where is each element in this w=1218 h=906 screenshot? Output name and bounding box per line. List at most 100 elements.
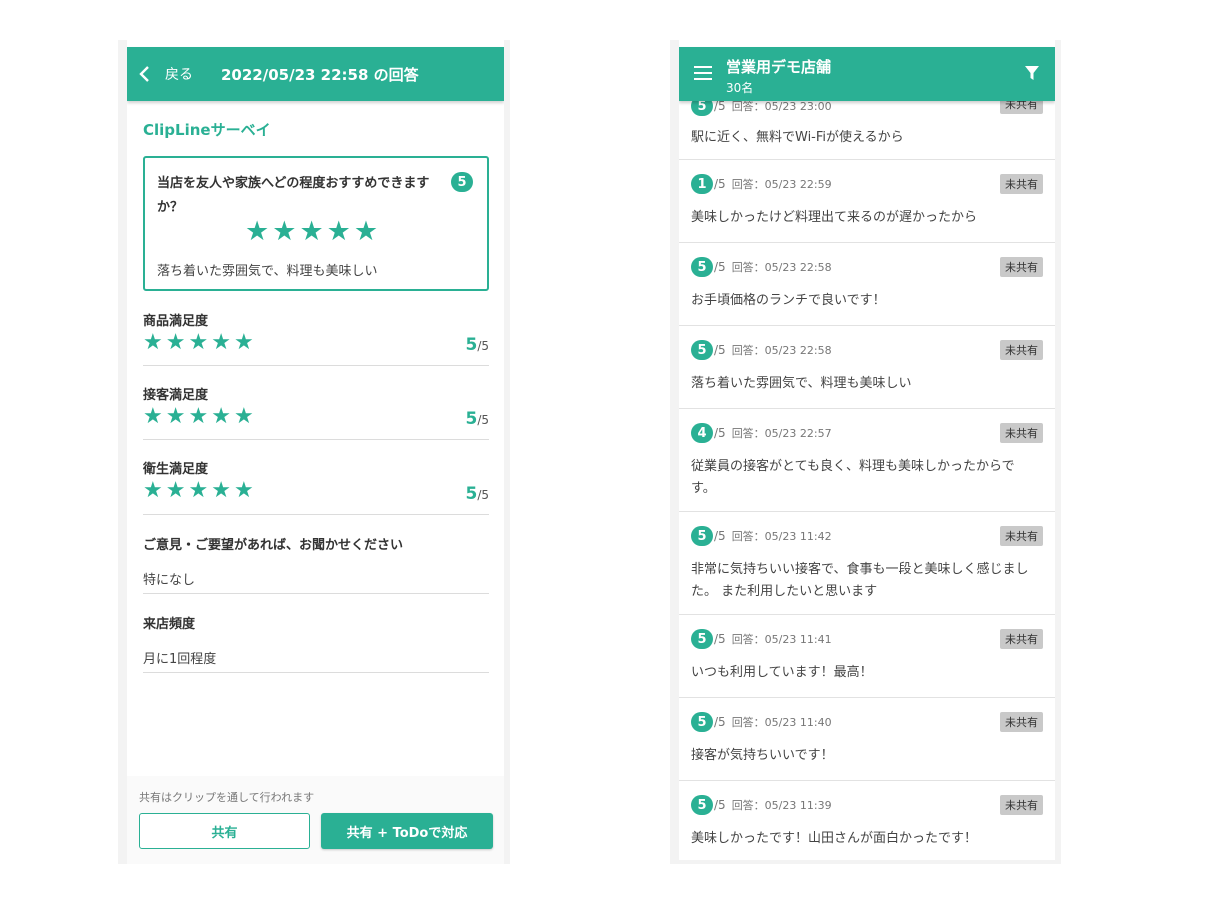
store-name: 営業用デモ店舗 — [726, 58, 832, 76]
menu-bar — [694, 66, 712, 68]
hamburger-menu-icon[interactable] — [694, 66, 712, 80]
share-note: 共有はクリップを通して行われます — [139, 791, 315, 804]
star-rating: ★ ★ ★ ★ ★ — [143, 331, 489, 355]
score-badge: 5 — [691, 712, 713, 732]
share-status-badge: 未共有 — [1000, 257, 1043, 277]
rating-score-max: /5 — [477, 413, 489, 427]
star-icon: ★ — [143, 404, 163, 429]
star-icon: ★ — [233, 330, 254, 355]
star-icon: ★ — [245, 216, 270, 247]
nps-question-label: 当店を友人や家族へどの程度おすすめできますか？ — [157, 176, 430, 215]
response-comment: 美味しかったけど料理出て来るのが遅かったから — [691, 210, 978, 225]
response-meta: 5 /5 回答：05/23 22:58 — [691, 340, 832, 360]
survey-name: ClipLineサーベイ — [143, 121, 271, 139]
rating-score-max: /5 — [477, 339, 489, 353]
response-date: 回答：05/23 22:59 — [731, 178, 832, 191]
score-badge: 5 — [691, 526, 713, 546]
response-comment: 接客が気持ちいいです！ — [691, 748, 834, 763]
share-todo-button[interactable]: 共有 + ToDoで対応 — [321, 813, 493, 849]
response-comment: 美味しかったです！山田さんが面白かったです！ — [691, 831, 978, 846]
star-icon: ★ — [165, 330, 186, 355]
response-meta: 5 /5 回答：05/23 11:39 — [691, 795, 832, 815]
score-badge: 5 — [691, 629, 713, 649]
text-question-answer: 月に1回程度 — [143, 652, 217, 667]
score-max: /5 — [714, 798, 726, 812]
star-icon: ★ — [233, 404, 254, 429]
respondent-count: 30名 — [726, 81, 754, 95]
share-status-badge: 未共有 — [1000, 340, 1043, 360]
response-item[interactable]: 5 /5 回答：05/23 22:58 未共有 お手頃価格のランチで良いです！ — [679, 243, 1055, 326]
share-footer: 共有はクリップを通して行われます 共有 共有 + ToDoで対応 — [127, 776, 504, 864]
text-question-label: 来店頻度 — [143, 617, 196, 632]
response-item[interactable]: 5 /5 回答：05/23 11:42 未共有 非常に気持ちいい接客で、食事も一… — [679, 512, 1055, 615]
share-status-badge: 未共有 — [1000, 174, 1043, 194]
score-max: /5 — [714, 177, 726, 191]
rating-label: 衛生満足度 — [143, 462, 209, 477]
response-list-content: 5 /5 回答：05/23 23:00 未共有 駅に近く、無料でWi-Fiが使え… — [679, 40, 1055, 860]
score-max: /5 — [714, 529, 726, 543]
star-icon: ★ — [211, 330, 231, 355]
star-icon: ★ — [165, 404, 186, 429]
response-date: 回答：05/23 11:41 — [731, 633, 832, 646]
share-status-badge: 未共有 — [1000, 712, 1043, 732]
response-date: 回答：05/23 11:40 — [731, 716, 832, 729]
response-detail-screen: 戻る 2022/05/23 22:58 の回答 ClipLineサーベイ 当店を… — [118, 40, 510, 864]
star-icon: ★ — [211, 404, 231, 429]
rating-score: 5/5 — [465, 335, 489, 355]
response-item[interactable]: 1 /5 回答：05/23 22:59 未共有 美味しかったけど料理出て来るのが… — [679, 160, 1055, 243]
star-icon: ★ — [326, 216, 351, 247]
response-date: 回答：05/23 11:39 — [731, 799, 832, 812]
star-rating: ★ ★ ★ ★ ★ — [143, 479, 489, 503]
score-max: /5 — [714, 632, 726, 646]
score-max: /5 — [714, 260, 726, 274]
rating-score-value: 5 — [465, 335, 478, 355]
detail-header: 戻る 2022/05/23 22:58 の回答 — [127, 47, 504, 101]
response-meta: 1 /5 回答：05/23 22:59 — [691, 174, 832, 194]
score-badge: 5 — [451, 172, 473, 192]
nps-question-card: 当店を友人や家族へどの程度おすすめできますか？ 5 ★ ★ ★ ★ ★ 落ち着い… — [143, 156, 489, 291]
menu-bar — [694, 78, 712, 80]
list-header: 営業用デモ店舗 30名 — [679, 47, 1055, 101]
star-icon: ★ — [188, 478, 209, 503]
back-button[interactable]: 戻る — [137, 64, 193, 84]
response-meta: 5 /5 回答：05/23 11:40 — [691, 712, 832, 732]
page-title: 2022/05/23 22:58 の回答 — [221, 65, 419, 84]
response-item[interactable]: 5 /5 回答：05/23 11:40 未共有 接客が気持ちいいです！ — [679, 698, 1055, 781]
nps-comment: 落ち着いた雰囲気で、料理も美味しい — [157, 264, 378, 279]
star-icon: ★ — [188, 330, 209, 355]
response-item[interactable]: 5 /5 回答：05/23 11:41 未共有 いつも利用しています！最高！ — [679, 615, 1055, 698]
response-comment: 非常に気持ちいい接客で、食事も一段と美味しく感じました。 また利用したいと思いま… — [691, 562, 1029, 599]
rating-label: 商品満足度 — [143, 314, 209, 329]
response-comment: お手頃価格のランチで良いです！ — [691, 293, 886, 308]
response-date: 回答：05/23 22:58 — [731, 344, 832, 357]
response-item[interactable]: 4 /5 回答：05/23 22:57 未共有 従業員の接客がとても良く、料理も… — [679, 409, 1055, 512]
response-item[interactable]: 5 /5 回答：05/23 22:58 未共有 落ち着いた雰囲気で、料理も美味し… — [679, 326, 1055, 409]
response-comment: いつも利用しています！最高！ — [691, 665, 873, 680]
rating-label: 接客満足度 — [143, 388, 209, 403]
response-date: 回答：05/23 22:58 — [731, 261, 832, 274]
share-status-badge: 未共有 — [1000, 629, 1043, 649]
filter-icon[interactable] — [1024, 65, 1040, 81]
response-date: 回答：05/23 11:42 — [731, 530, 832, 543]
menu-bar — [694, 72, 712, 74]
response-item[interactable]: 5 /5 回答：05/23 11:39 未共有 美味しかったです！山田さんが面白… — [679, 781, 1055, 860]
rating-question: 接客満足度 ★ ★ ★ ★ ★ 5/5 — [143, 384, 489, 440]
score-badge: 4 — [691, 423, 713, 443]
share-status-badge: 未共有 — [1000, 526, 1043, 546]
rating-score-max: /5 — [477, 488, 489, 502]
share-button[interactable]: 共有 — [139, 813, 310, 849]
rating-score-value: 5 — [465, 484, 478, 504]
star-icon: ★ — [165, 478, 186, 503]
star-rating: ★ ★ ★ ★ ★ — [143, 405, 489, 429]
text-question-label: ご意見・ご要望があれば、お聞かせください — [143, 538, 404, 553]
share-status-badge: 未共有 — [1000, 423, 1043, 443]
response-comment: 従業員の接客がとても良く、料理も美味しかったからです。 — [691, 459, 1015, 496]
response-detail-content: 戻る 2022/05/23 22:58 の回答 ClipLineサーベイ 当店を… — [127, 40, 504, 864]
rating-score: 5/5 — [465, 409, 489, 429]
rating-question: 衛生満足度 ★ ★ ★ ★ ★ 5/5 — [143, 458, 489, 515]
score-max: /5 — [714, 715, 726, 729]
score-badge: 5 — [691, 340, 713, 360]
share-status-badge: 未共有 — [1000, 795, 1043, 815]
star-icon: ★ — [353, 216, 379, 247]
response-meta: 4 /5 回答：05/23 22:57 — [691, 423, 832, 443]
